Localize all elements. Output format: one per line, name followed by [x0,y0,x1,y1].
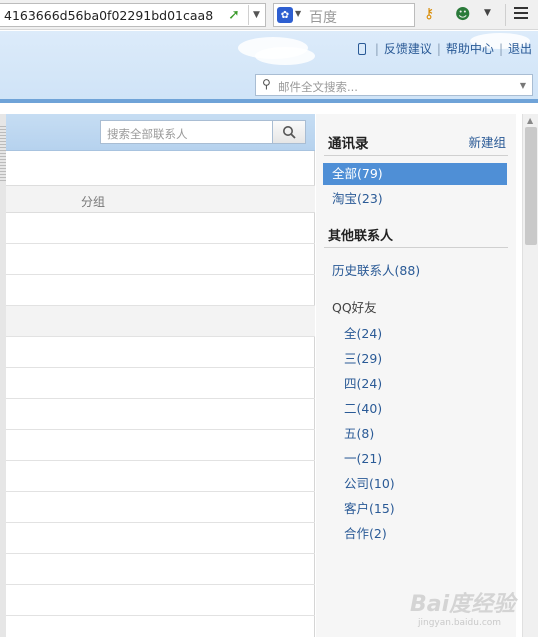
divider [324,155,508,156]
table-row[interactable] [6,461,315,492]
new-group-link[interactable]: 新建组 [468,132,506,151]
table-row[interactable] [6,399,315,430]
search-icon [283,126,296,139]
table-row[interactable] [6,616,315,637]
browser-search-box[interactable]: ✿ ▼ 百度 [273,3,415,27]
sidebar-item-qq-group[interactable]: 公司(10) [344,473,395,492]
sidebar-item-qq-group[interactable]: 五(8) [344,423,374,442]
sidebar-item-qq-group[interactable]: 二(40) [344,398,382,417]
table-row[interactable] [6,275,315,306]
sidebar-item-taobao[interactable]: 淘宝(23) [323,188,507,210]
toolbar-divider [505,4,506,26]
browser-toolbar: 4163666d56ba0f02291bd01caa8 ➚ ▼ ✿ ▼ 百度 ⚷… [0,0,538,30]
table-row[interactable] [6,306,315,337]
phone-icon[interactable] [357,43,366,55]
user-icon[interactable]: ☻ [455,5,471,23]
address-bar[interactable]: 4163666d56ba0f02291bd01caa8 ➚ ▼ [0,3,266,27]
sidebar-item-history[interactable]: 历史联系人(88) [332,260,420,279]
group-column-label[interactable]: 分组 [81,193,105,210]
url-text[interactable]: 4163666d56ba0f02291bd01caa8 [4,8,218,23]
chevron-down-icon[interactable]: ▼ [520,81,526,90]
feedback-link[interactable]: 反馈建议 [384,42,432,56]
sidebar-item-qq-group[interactable]: 合作(2) [344,523,387,542]
sidebar-item-qq-group[interactable]: 客户(15) [344,498,395,517]
sidebar-item-qq-group[interactable]: 一(21) [344,448,382,467]
header-band [0,99,538,103]
table-row[interactable] [6,430,315,461]
go-icon[interactable]: ➚ [222,5,246,25]
column-header: 分组 [6,185,315,213]
watermark-sub: jingyan.baidu.com [418,618,502,628]
mail-header: | 反馈建议 | 帮助中心 | 退出 ⚲ 邮件全文搜索... ▼ [0,31,538,103]
scrollbar[interactable]: ▲ [522,114,538,637]
table-row[interactable] [6,492,315,523]
table-row[interactable] [6,554,315,585]
qq-friends-heading[interactable]: QQ好友 [332,297,377,316]
toolbar-dropdown-icon[interactable]: ▼ [484,8,491,18]
baidu-paw-icon[interactable]: ✿ [277,7,293,23]
contact-list-panel: 搜索全部联系人 分组 [6,114,315,637]
contact-search-input[interactable]: 搜索全部联系人 [107,126,188,142]
mail-search-box[interactable]: ⚲ 邮件全文搜索... ▼ [255,74,533,96]
menu-icon[interactable] [514,7,528,21]
contact-list-toolbar: 搜索全部联系人 [6,114,315,151]
address-book-sidebar: 通讯录 新建组 全部(79) 淘宝(23) 其他联系人 历史联系人(88) QQ… [316,114,516,637]
search-icon: ⚲ [262,77,271,91]
watermark: Bai度经验 [410,592,516,617]
key-icon[interactable]: ⚷ [424,6,434,22]
table-row[interactable] [6,523,315,554]
cloud-decoration [255,47,315,65]
header-links: | 反馈建议 | 帮助中心 | 退出 [357,40,532,57]
engine-dropdown-icon[interactable]: ▼ [295,9,301,18]
mail-search-input[interactable]: 邮件全文搜索... [278,79,358,95]
chevron-down-icon[interactable]: ▼ [248,5,264,25]
scroll-up-icon[interactable]: ▲ [527,116,533,125]
table-row[interactable] [6,213,315,244]
sidebar-item-qq-group[interactable]: 四(24) [344,373,382,392]
contact-search-box[interactable]: 搜索全部联系人 [100,120,306,144]
divider [324,247,508,248]
table-row[interactable] [6,368,315,399]
sidebar-title: 通讯录 [328,136,369,152]
sidebar-item-qq-group[interactable]: 三(29) [344,348,382,367]
contact-rows [6,213,315,637]
table-row[interactable] [6,337,315,368]
help-link[interactable]: 帮助中心 [446,42,494,56]
other-contacts-heading: 其他联系人 [328,229,394,244]
sidebar-item-all[interactable]: 全部(79) [323,163,507,185]
table-row[interactable] [6,585,315,616]
scroll-thumb[interactable] [525,127,537,245]
logout-link[interactable]: 退出 [508,42,532,56]
sidebar-item-qq-group[interactable]: 全(24) [344,323,382,342]
table-row[interactable] [6,244,315,275]
browser-search-input[interactable]: 百度 [309,7,337,27]
contact-search-button[interactable] [272,120,306,144]
